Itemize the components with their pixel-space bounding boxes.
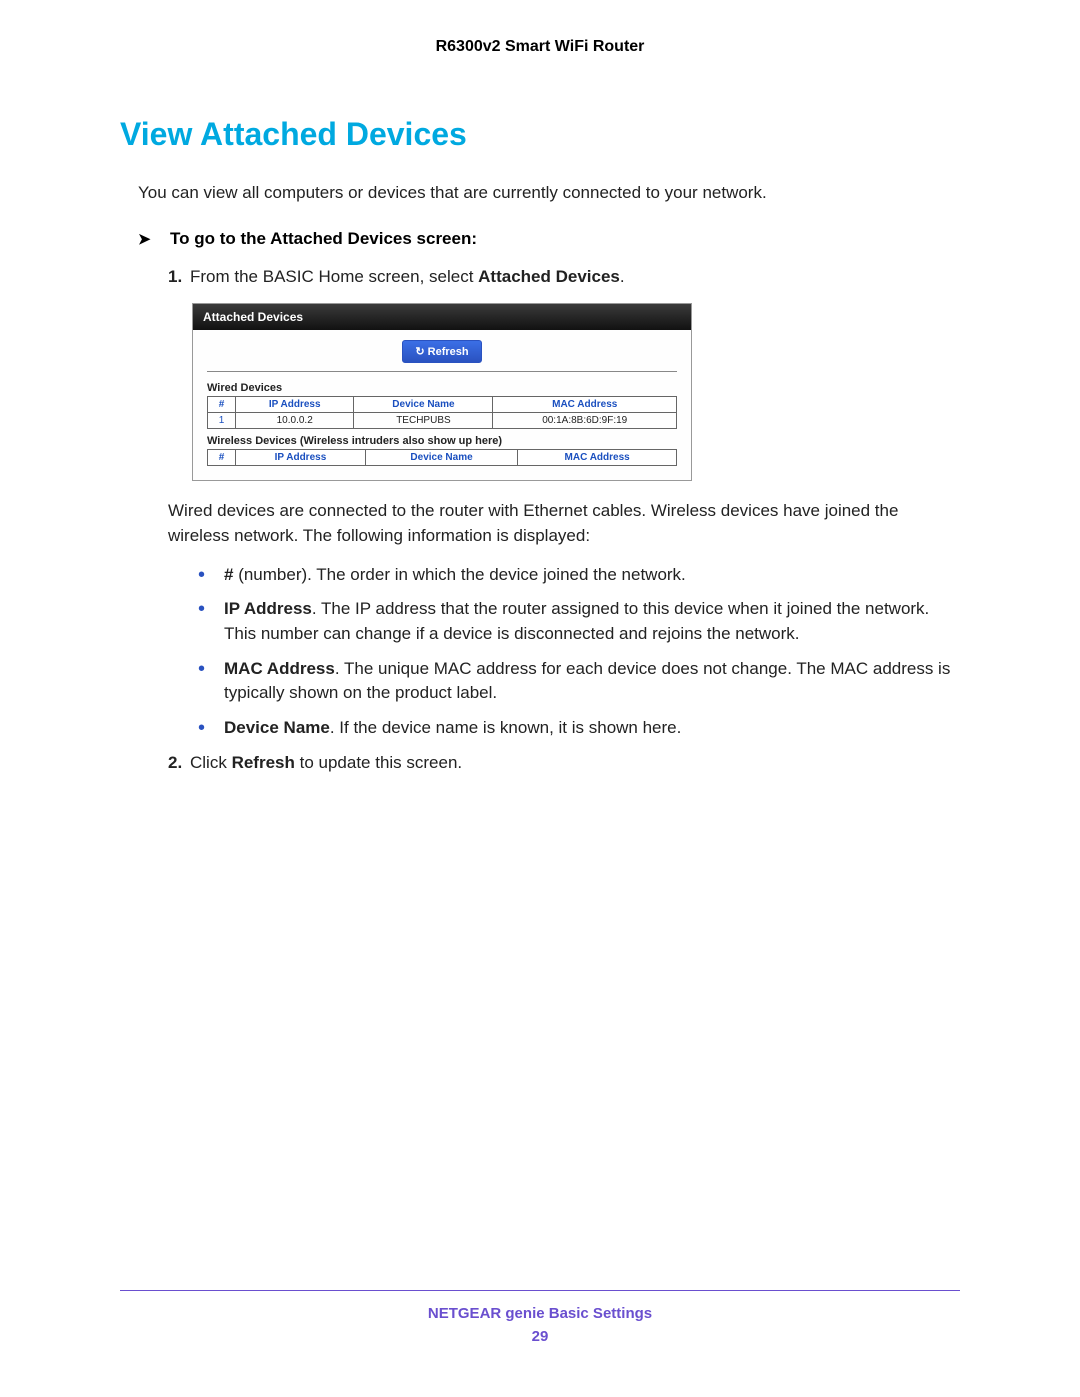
wireless-devices-table: # IP Address Device Name MAC Address [207, 449, 677, 466]
intro-paragraph: You can view all computers or devices th… [138, 181, 960, 205]
post-screenshot-paragraph: Wired devices are connected to the route… [168, 499, 960, 548]
bullet-bold: IP Address [224, 599, 312, 618]
col-name: Device Name [354, 397, 493, 413]
bullet-rest: . The IP address that the router assigne… [224, 599, 929, 643]
wireless-devices-label: Wireless Devices (Wireless intruders als… [207, 435, 677, 447]
col-name: Device Name [365, 450, 517, 466]
cell-name: TECHPUBS [354, 413, 493, 429]
footer-title: NETGEAR genie Basic Settings [120, 1305, 960, 1322]
doc-header: R6300v2 Smart WiFi Router [120, 38, 960, 56]
step-1-text-suffix: . [620, 267, 625, 286]
col-num: # [208, 397, 236, 413]
attached-devices-screenshot: Attached Devices Refresh Wired Devices #… [192, 303, 692, 481]
divider [207, 371, 677, 372]
list-item: IP Address. The IP address that the rout… [198, 597, 960, 646]
list-item: MAC Address. The unique MAC address for … [198, 657, 960, 706]
step-2-text-prefix: Click [190, 753, 232, 772]
page-footer: NETGEAR genie Basic Settings 29 [120, 1290, 960, 1345]
list-item: # (number). The order in which the devic… [198, 563, 960, 588]
refresh-button[interactable]: Refresh [402, 340, 481, 363]
procedure-heading: ➤ To go to the Attached Devices screen: [138, 229, 960, 249]
bullet-bold: MAC Address [224, 659, 335, 678]
cell-num: 1 [208, 413, 236, 429]
bullet-bold: Device Name [224, 718, 330, 737]
col-ip: IP Address [236, 397, 354, 413]
step-number: 2. [168, 751, 190, 776]
wired-devices-label: Wired Devices [207, 382, 677, 394]
step-2: 2.Click Refresh to update this screen. [168, 751, 960, 776]
section-title: View Attached Devices [120, 116, 960, 153]
arrow-icon: ➤ [138, 230, 156, 248]
cell-ip: 10.0.0.2 [236, 413, 354, 429]
screenshot-title: Attached Devices [193, 304, 691, 330]
step-1-text-prefix: From the BASIC Home screen, select [190, 267, 478, 286]
footer-page-number: 29 [120, 1328, 960, 1345]
footer-rule [120, 1290, 960, 1291]
bullet-rest: (number). The order in which the device … [233, 565, 685, 584]
col-ip: IP Address [236, 450, 366, 466]
info-bullet-list: # (number). The order in which the devic… [198, 563, 960, 741]
table-row: 1 10.0.0.2 TECHPUBS 00:1A:8B:6D:9F:19 [208, 413, 677, 429]
step-2-text-suffix: to update this screen. [295, 753, 462, 772]
step-number: 1. [168, 265, 190, 290]
procedure-title-text: To go to the Attached Devices screen: [170, 229, 477, 248]
col-num: # [208, 450, 236, 466]
step-1: 1.From the BASIC Home screen, select Att… [168, 265, 960, 290]
col-mac: MAC Address [518, 450, 677, 466]
step-1-bold: Attached Devices [478, 267, 620, 286]
list-item: Device Name. If the device name is known… [198, 716, 960, 741]
cell-mac: 00:1A:8B:6D:9F:19 [493, 413, 677, 429]
col-mac: MAC Address [493, 397, 677, 413]
step-2-bold: Refresh [232, 753, 295, 772]
bullet-rest: . If the device name is known, it is sho… [330, 718, 682, 737]
wired-devices-table: # IP Address Device Name MAC Address 1 1… [207, 396, 677, 429]
